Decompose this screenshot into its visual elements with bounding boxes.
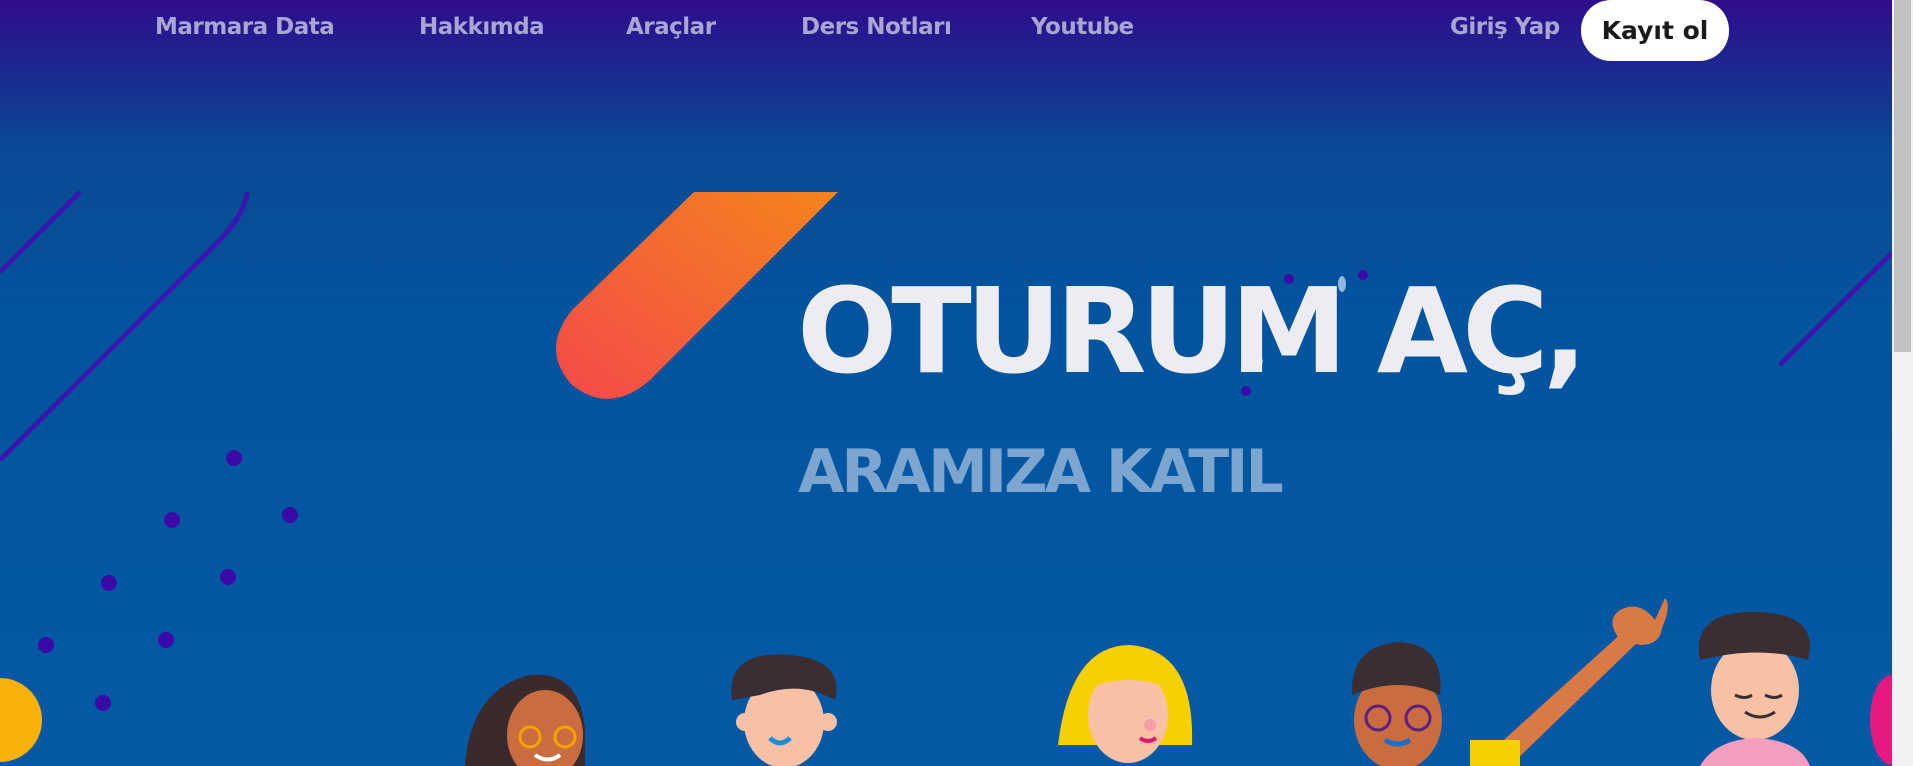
login-link[interactable]: Giriş Yap <box>1450 14 1560 40</box>
scrollbar-thumb[interactable] <box>1894 0 1911 352</box>
person-man-blue-lips <box>731 654 837 766</box>
nav-link-marmara-data[interactable]: Marmara Data <box>155 14 335 40</box>
hero-subtitle: ARAMIZA KATIL <box>798 437 1284 507</box>
nav-link-youtube[interactable]: Youtube <box>1031 14 1134 40</box>
person-woman-glasses <box>465 674 585 766</box>
person-man-smiling-right <box>1698 611 1810 766</box>
pink-blob <box>1870 675 1892 765</box>
yellow-blob <box>0 678 42 762</box>
decor-line-right <box>1778 251 1892 367</box>
orange-slash-shape <box>556 192 838 399</box>
person-blonde-woman <box>1058 645 1193 763</box>
decor-lines-left <box>0 190 250 462</box>
nav-link-ders-notlari[interactable]: Ders Notları <box>801 14 952 40</box>
nav-link-araclar[interactable]: Araçlar <box>626 14 716 40</box>
person-man-peace-sign <box>1351 598 1668 766</box>
top-navigation: Marmara Data Hakkımda Araçlar Ders Notla… <box>0 0 1892 62</box>
nav-link-hakkimda[interactable]: Hakkımda <box>419 14 545 40</box>
signup-button[interactable]: Kayıt ol <box>1581 0 1729 61</box>
hero-title: OTURUM AÇ, <box>797 262 1588 400</box>
